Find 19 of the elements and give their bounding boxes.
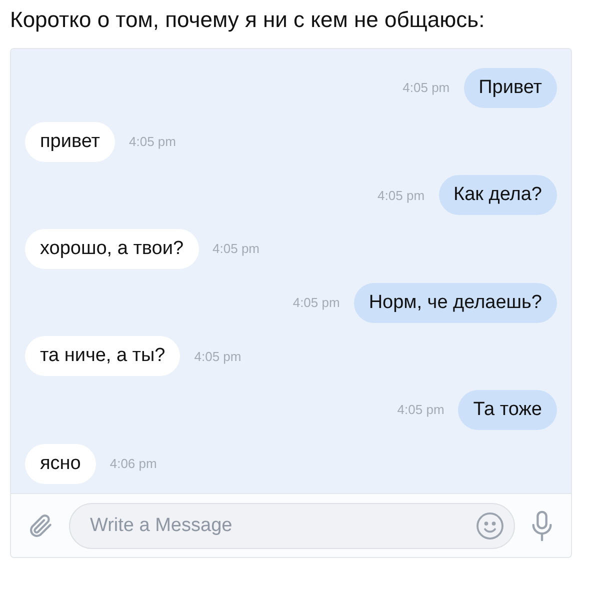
message-bubble: та ниче, а ты? — [25, 336, 180, 376]
message-bubble: Как дела? — [438, 175, 557, 216]
message-time: 4:05 pm — [292, 294, 340, 312]
message-time: 4:05 pm — [378, 186, 425, 205]
message-bubble: хорошо, а твои? — [25, 229, 199, 270]
message-bubble: ясно — [25, 444, 96, 484]
smiley-icon[interactable] — [475, 510, 505, 540]
message-time: 4:05 pm — [397, 401, 444, 420]
message-time: 4:06 pm — [110, 455, 157, 474]
message-input[interactable]: Write a Message — [69, 502, 515, 548]
message-bubble: Норм, че делаешь? — [354, 282, 557, 323]
message-bubble: Привет — [464, 68, 557, 108]
message-time: 4:05 pm — [129, 132, 176, 151]
message-bubble: Та тоже — [458, 390, 557, 430]
message-time: 4:05 pm — [212, 240, 260, 258]
message-time: 4:05 pm — [402, 79, 450, 98]
message-bubble: привет — [25, 122, 115, 162]
message-time: 4:05 pm — [194, 348, 242, 366]
caption: Коротко о том, почему я ни с кем не общаюсь: — [9, 6, 486, 34]
